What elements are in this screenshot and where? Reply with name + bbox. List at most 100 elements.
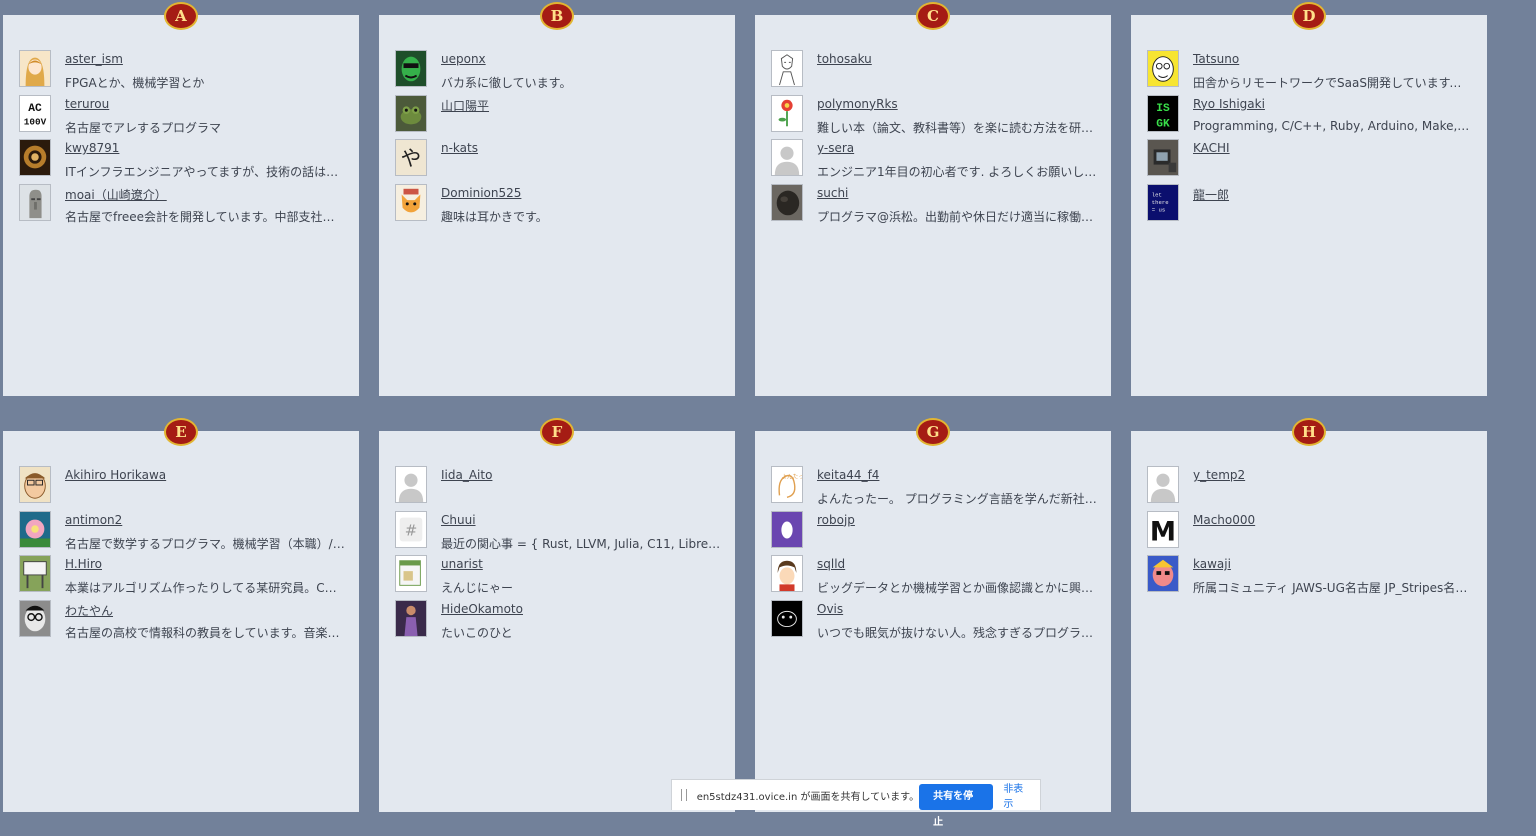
avatar[interactable] [771,94,803,132]
member-name-link[interactable]: keita44_f4 [817,468,879,482]
member-name-link[interactable]: ueponx [441,52,486,66]
member-name-link[interactable]: H.Hiro [65,557,102,571]
member-name-link[interactable]: 龍一郎 [1193,186,1229,203]
member-name-link[interactable]: わたやん [65,602,113,619]
member-item[interactable]: わたやん名古屋の高校で情報科の教員をしています。音楽と写真も好きです [19,599,345,645]
member-item[interactable]: Tatsuno 田舎からリモートワークでSaaS開発しています。よろしくお願いしま… [1147,50,1473,95]
avatar[interactable]: や [395,139,427,176]
member-name-link[interactable]: tohosaku [817,52,872,66]
member-item[interactable]: tohosaku [771,50,1097,95]
member-item[interactable]: y-sera エンジニア1年目の初心者です. よろしくお願いします [771,139,1097,184]
member-item[interactable]: robojp [771,510,1097,556]
member-item[interactable]: Ovis いつでも眠気が抜けない人。残念すぎるプログラマです [771,599,1097,645]
avatar[interactable] [395,466,427,503]
member-name-link[interactable]: antimon2 [65,513,122,527]
avatar[interactable] [771,555,803,592]
member-item[interactable]: M Macho000 [1147,510,1473,556]
member-item[interactable]: kawaji 所属コミュニティ JAWS-UG名古屋 JP_Stripes名古屋 [1147,555,1473,600]
member-item[interactable]: よんたった keita44_f4 よんたったー。 プログラミング言語を学んだ新社会人… [771,466,1097,511]
member-item[interactable]: y_temp2 [1147,466,1473,511]
member-item[interactable]: kwy8791 ITインフラエンジニアやってますが、技術の話は苦手です [19,139,345,184]
avatar[interactable] [1147,139,1179,176]
member-item[interactable]: # Chuui 最近の関心事 = { Rust, LLVM, Julia, C11,… [395,510,721,556]
avatar[interactable] [771,139,803,176]
avatar[interactable]: IS GK [1147,94,1179,132]
member-name-link[interactable]: Chuui [441,513,476,527]
avatar[interactable] [19,50,51,87]
member-name-link[interactable]: Macho000 [1193,513,1255,527]
avatar[interactable] [1147,50,1179,87]
member-name-link[interactable]: n-kats [441,141,478,155]
avatar[interactable]: M [1147,510,1179,548]
member-name-link[interactable]: kawaji [1193,557,1231,571]
member-item[interactable]: や n-kats [395,139,721,184]
avatar[interactable]: let there = us [1147,183,1179,221]
avatar[interactable] [19,139,51,176]
member-item[interactable]: sqlld ビッグデータとか機械学習とか画像認識とかに興味があります [771,555,1097,600]
avatar[interactable] [395,599,427,637]
avatar[interactable] [19,599,51,637]
member-item[interactable]: antimon2 名古屋で数学するプログラマ。機械学習（本職）/ Julia / … [19,510,345,556]
avatar[interactable]: AC 100V [19,94,51,132]
member-item[interactable]: H.Hiro 本業はアルゴリズム作ったりしてる某研究員。C++とPython [19,555,345,600]
member-name-link[interactable]: suchi [817,186,848,200]
member-name-link[interactable]: Ryo Ishigaki [1193,97,1265,111]
member-name-link[interactable]: Tatsuno [1193,52,1239,66]
member-name-link[interactable]: KACHI [1193,141,1230,155]
member-name-link[interactable]: moai（山崎遼介） [65,186,167,203]
avatar[interactable] [19,466,51,503]
member-item[interactable]: HideOkamoto たいこのひと [395,599,721,645]
avatar[interactable]: よんたった [771,466,803,503]
member-item[interactable]: moai（山崎遼介） 名古屋でfreee会計を開発しています。中部支社の立ち上げメ… [19,183,345,229]
avatar[interactable] [771,510,803,548]
avatar[interactable] [19,183,51,221]
member-name-link[interactable]: kwy8791 [65,141,119,155]
avatar[interactable] [19,555,51,592]
member-item[interactable]: polymonyRks 難しい本（論文、教科書等）を楽に読む方法を研究しています [771,94,1097,140]
member-item[interactable]: suchi プログラマ@浜松。出勤前や休日だけ適当に稼働しています [771,183,1097,229]
member-item[interactable]: IS GK Ryo Ishigaki Programming, C/C++, Ruby… [1147,94,1473,140]
avatar[interactable] [395,555,427,592]
avatar[interactable] [395,94,427,132]
member-item[interactable]: aster_ism FPGAとか、機械学習とか [19,50,345,95]
stop-sharing-button[interactable]: 共有を停止 [919,784,994,828]
avatar[interactable] [771,50,803,87]
member-name-link[interactable]: HideOkamoto [441,602,523,616]
member-name-link[interactable]: robojp [817,513,855,527]
member-name-link[interactable]: Dominion525 [441,186,521,200]
drag-handle-icon[interactable] [681,789,687,801]
member-name-link[interactable]: unarist [441,557,483,571]
member-bio: 難しい本（論文、教科書等）を楽に読む方法を研究しています [817,120,1097,135]
avatar[interactable] [19,510,51,548]
member-name-link[interactable]: Iida_Aito [441,468,492,482]
frog-avatar [396,95,426,131]
avatar[interactable] [1147,466,1179,503]
member-item[interactable]: AC 100V terurou 名古屋でアレするプログラマ [19,94,345,140]
member-name-link[interactable]: 山口陽平 [441,97,489,114]
avatar[interactable] [395,183,427,221]
member-name-link[interactable]: terurou [65,97,109,111]
member-name-link[interactable]: sqlld [817,557,845,571]
member-name-link[interactable]: polymonyRks [817,97,898,111]
glasses-man-avatar [20,467,50,502]
avatar[interactable] [395,50,427,87]
svg-text:there: there [1152,198,1169,205]
member-item[interactable]: 山口陽平 [395,94,721,140]
hide-share-bar-link[interactable]: 非表示 [1003,780,1031,810]
avatar[interactable] [1147,555,1179,592]
member-name-link[interactable]: Akihiro Horikawa [65,468,166,482]
member-item[interactable]: ueponx バカ系に徹しています。 [395,50,721,95]
member-item[interactable]: Iida_Aito [395,466,721,511]
avatar[interactable] [771,183,803,221]
member-item[interactable]: KACHI [1147,139,1473,184]
avatar[interactable] [771,599,803,637]
member-item[interactable]: Dominion525 趣味は耳かきです。 [395,183,721,229]
member-item[interactable]: unarist えんじにゃー [395,555,721,600]
member-name-link[interactable]: Ovis [817,602,843,616]
member-name-link[interactable]: y-sera [817,141,854,155]
member-name-link[interactable]: aster_ism [65,52,123,66]
member-item[interactable]: Akihiro Horikawa [19,466,345,511]
member-name-link[interactable]: y_temp2 [1193,468,1245,482]
avatar[interactable]: # [395,510,427,548]
member-item[interactable]: let there = us 龍一郎 [1147,183,1473,229]
